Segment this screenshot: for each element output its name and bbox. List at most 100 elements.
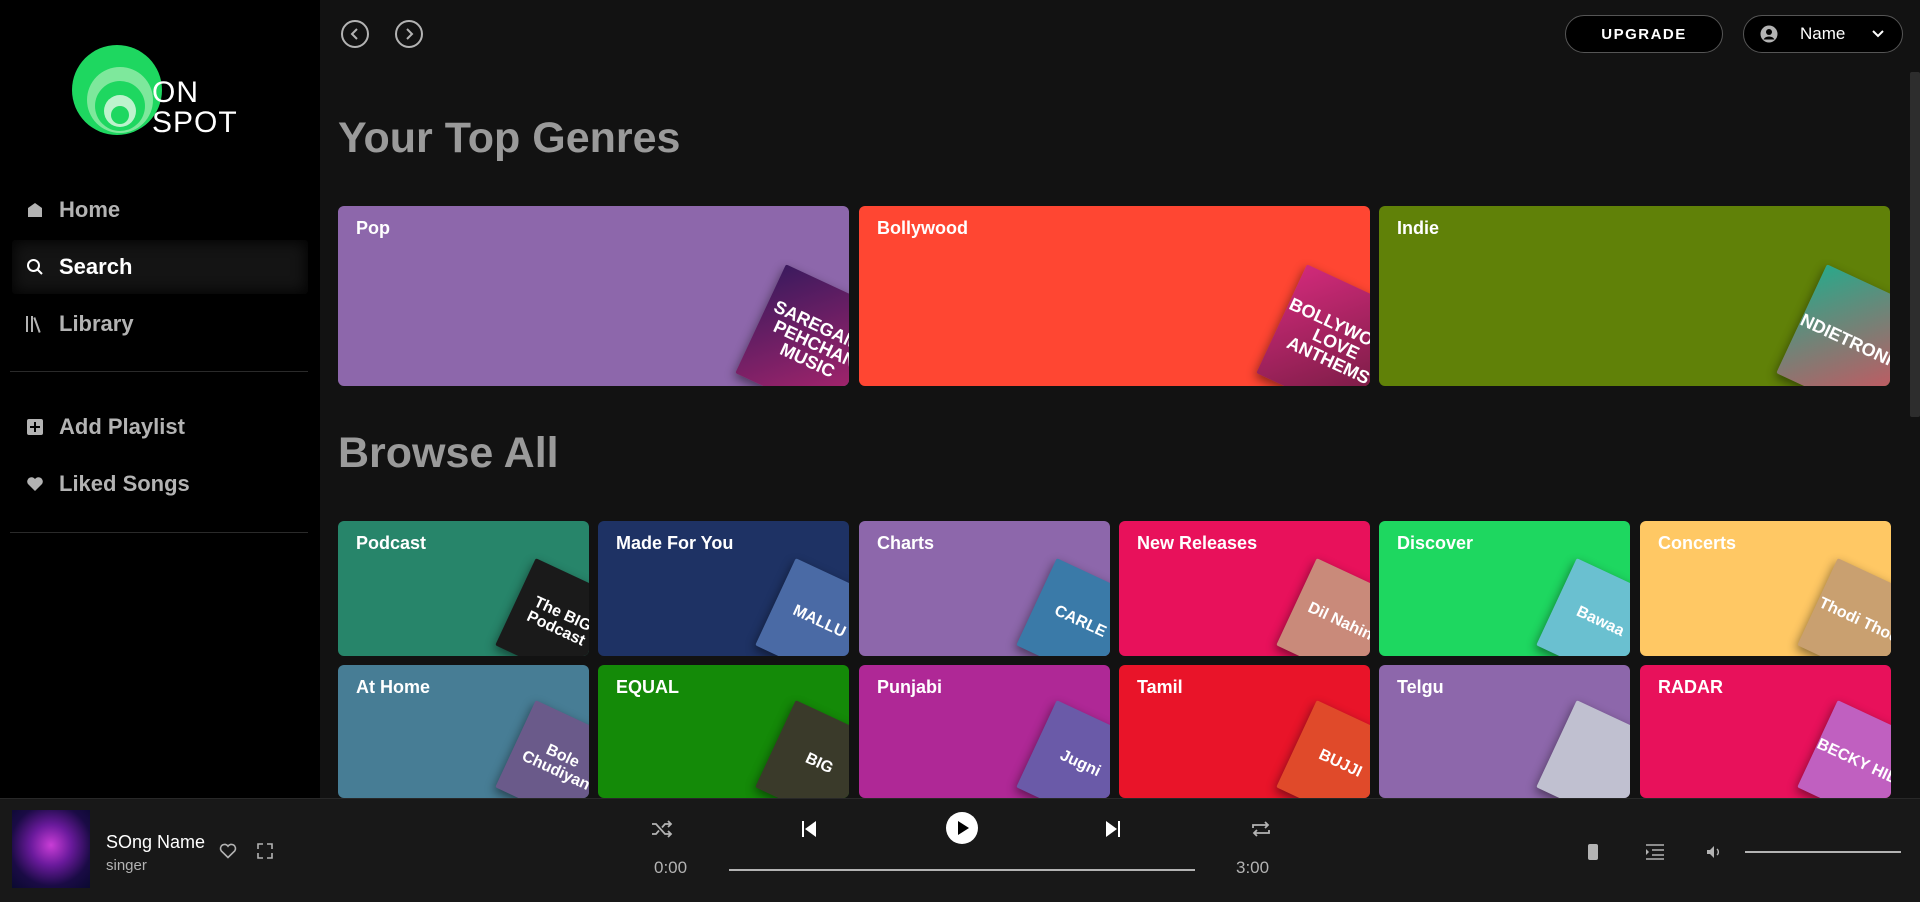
play-button[interactable] [945, 811, 979, 845]
like-button[interactable] [218, 841, 238, 861]
browse-card-art: Dil Nahin [1276, 558, 1370, 656]
chevron-down-icon [1872, 30, 1884, 38]
logo-text-line2: SPOT [152, 106, 238, 139]
browse-card-art: Bole Chudiyan [495, 700, 589, 798]
main-scrollbar[interactable] [1910, 72, 1920, 417]
genre-card-label: Pop [356, 218, 390, 238]
progress-bar[interactable] [729, 869, 1195, 871]
browse-card-art: Bawaa [1536, 558, 1630, 656]
user-name: Name [1800, 24, 1846, 43]
sidebar-item-label: Search [59, 254, 133, 279]
heart-outline-icon [219, 843, 237, 859]
browse-card-art: BUJJI [1276, 700, 1370, 798]
browse-card-art: MALLU [755, 558, 849, 656]
volume-slider[interactable] [1745, 851, 1901, 853]
volume-fill [1745, 851, 1901, 853]
genre-card-art: SAREGAMA PEHCHAN MUSIC [735, 264, 849, 386]
home-icon [24, 199, 46, 221]
browse-card-label: RADAR [1658, 677, 1723, 697]
genre-card-indie[interactable]: Indie INDIETRONICA [1379, 206, 1890, 386]
browse-card-charts[interactable]: Charts CARLE [859, 521, 1110, 656]
next-button[interactable] [1102, 818, 1124, 840]
shuffle-icon [652, 820, 673, 838]
current-time: 0:00 [654, 858, 688, 877]
forward-button[interactable] [395, 20, 423, 48]
app-logo[interactable]: ON SPOT [72, 44, 252, 144]
song-name[interactable]: SOng Name [106, 832, 205, 853]
shuffle-button[interactable] [650, 818, 674, 840]
browse-card-label: Podcast [356, 533, 427, 553]
queue-button[interactable] [1644, 842, 1666, 862]
sidebar-item-add-playlist[interactable]: Add Playlist [12, 400, 308, 454]
user-icon [1760, 25, 1778, 43]
queue-icon [1646, 844, 1664, 860]
sidebar-item-label: Liked Songs [59, 471, 190, 496]
browse-card-telgu[interactable]: Telgu [1379, 665, 1630, 798]
logo-text: ON SPOT [152, 78, 238, 138]
upgrade-button[interactable]: UPGRADE [1565, 15, 1723, 53]
browse-card-art: The BIG Podcast [495, 558, 589, 656]
browse-card-label: Telgu [1397, 677, 1444, 697]
browse-card-new-releases[interactable]: New Releases Dil Nahin [1119, 521, 1370, 656]
total-time: 3:00 [1236, 858, 1270, 877]
album-cover[interactable] [12, 810, 90, 888]
browse-card-art: BIG [755, 700, 849, 798]
play-icon [946, 812, 978, 844]
device-icon [1588, 844, 1598, 860]
singer-name[interactable]: singer [106, 857, 147, 874]
back-button[interactable] [341, 20, 369, 48]
browse-card-label: Charts [877, 533, 935, 553]
genre-card-label: Bollywood [877, 218, 968, 238]
browse-card-art [1536, 700, 1630, 798]
genre-card-pop[interactable]: Pop SAREGAMA PEHCHAN MUSIC [338, 206, 849, 386]
chevron-right-icon [406, 28, 414, 40]
browse-card-label: At Home [356, 677, 431, 697]
sidebar: ON SPOT Home Search Library Add Playlist… [0, 0, 320, 798]
connect-device-button[interactable] [1583, 842, 1603, 862]
browse-card-made-for-you[interactable]: Made For You MALLU [598, 521, 849, 656]
sidebar-divider [10, 532, 308, 533]
heart-icon [24, 473, 46, 495]
sidebar-divider [10, 371, 308, 372]
browse-card-label: Tamil [1137, 677, 1183, 697]
browse-card-equal[interactable]: EQUAL BIG [598, 665, 849, 798]
browse-card-label: Concerts [1658, 533, 1737, 553]
previous-button[interactable] [798, 818, 820, 840]
top-genres-title: Your Top Genres [338, 114, 681, 162]
expand-icon [257, 843, 273, 859]
fullscreen-button[interactable] [255, 841, 275, 861]
browse-card-punjabi[interactable]: Punjabi Jugni [859, 665, 1110, 798]
skip-forward-icon [1106, 821, 1120, 837]
plus-square-icon [24, 416, 46, 438]
sidebar-item-search[interactable]: Search [12, 240, 308, 294]
skip-back-icon [802, 821, 816, 837]
browse-card-concerts[interactable]: Concerts Thodi Thodi [1640, 521, 1891, 656]
sidebar-item-liked-songs[interactable]: Liked Songs [12, 457, 308, 511]
sidebar-item-label: Library [59, 311, 134, 336]
mute-button[interactable] [1704, 842, 1724, 862]
browse-card-tamil[interactable]: Tamil BUJJI [1119, 665, 1370, 798]
browse-all-title: Browse All [338, 429, 559, 477]
browse-card-radar[interactable]: RADAR BECKY HILL [1640, 665, 1891, 798]
browse-card-art: Jugni [1016, 700, 1110, 798]
chevron-left-icon [350, 28, 358, 40]
browse-card-discover[interactable]: Discover Bawaa [1379, 521, 1630, 656]
browse-card-label: EQUAL [616, 677, 679, 697]
browse-card-at-home[interactable]: At Home Bole Chudiyan [338, 665, 589, 798]
browse-card-art: Thodi Thodi [1797, 558, 1891, 656]
genre-card-art: BOLLYWOOD LOVE ANTHEMS [1256, 264, 1370, 386]
genre-card-label: Indie [1397, 218, 1440, 238]
repeat-button[interactable] [1249, 818, 1273, 840]
genre-card-bollywood[interactable]: Bollywood BOLLYWOOD LOVE ANTHEMS [859, 206, 1370, 386]
sidebar-item-label: Add Playlist [59, 414, 185, 439]
sidebar-item-label: Home [59, 197, 121, 222]
browse-card-label: New Releases [1137, 533, 1258, 553]
browse-card-label: Punjabi [877, 677, 943, 697]
sidebar-item-home[interactable]: Home [12, 183, 308, 237]
browse-card-podcast[interactable]: Podcast The BIG Podcast [338, 521, 589, 656]
library-icon [24, 313, 46, 335]
sidebar-item-library[interactable]: Library [12, 297, 308, 351]
user-menu-button[interactable]: Name [1743, 15, 1903, 53]
search-icon [24, 256, 46, 278]
browse-card-label: Made For You [616, 533, 734, 553]
